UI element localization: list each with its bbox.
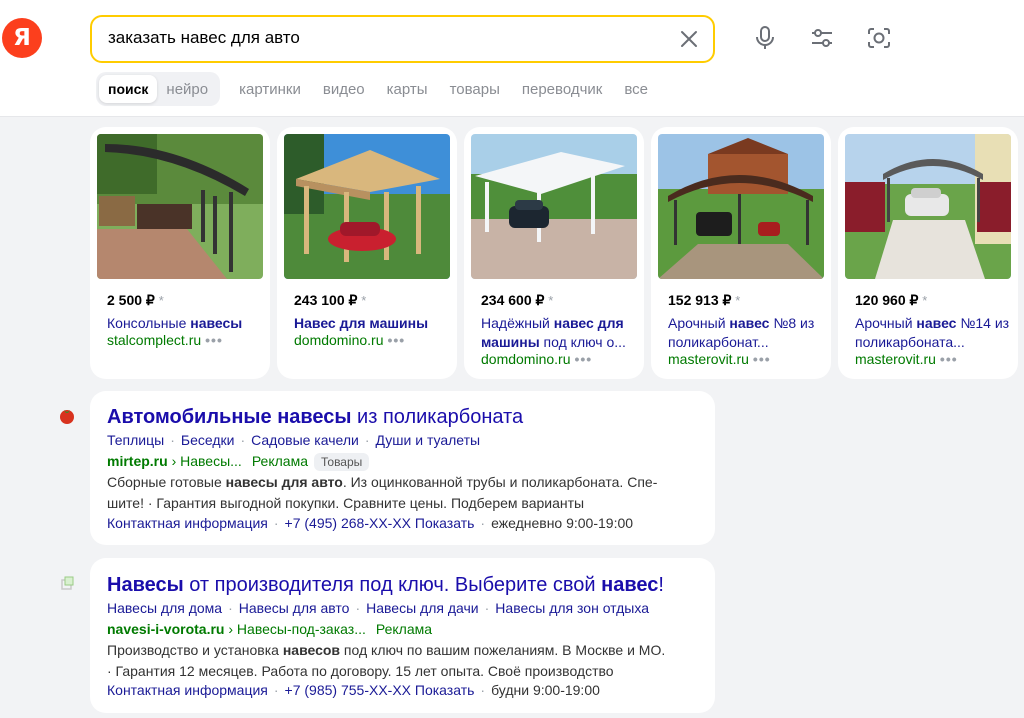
product-price: 234 600 ₽ *: [481, 292, 554, 308]
sitelink[interactable]: Навесы для зон отдыха: [495, 600, 649, 616]
product-carousel: 2 500 ₽ * Консольные навесы stalcomplect…: [90, 127, 1024, 379]
tab-images[interactable]: картинки: [228, 75, 312, 103]
search-input[interactable]: [108, 28, 668, 48]
result-url[interactable]: navesi-i-vorota.ru › Навесы-под-заказ...…: [107, 621, 432, 637]
product-image[interactable]: [284, 134, 450, 279]
result-url[interactable]: mirtep.ru › Навесы... Реклама Товары: [107, 453, 370, 471]
sitelink[interactable]: Навесы для дачи: [366, 600, 479, 616]
close-icon[interactable]: [677, 27, 701, 51]
result-title[interactable]: Навесы от производителя под ключ. Выбери…: [107, 574, 664, 597]
filters-icon[interactable]: [808, 24, 836, 52]
search-result: Автомобильные навесы из поликарбоната Те…: [90, 391, 715, 545]
camera-icon[interactable]: [865, 24, 893, 52]
more-icon[interactable]: •••: [388, 332, 406, 348]
result-contacts: Контактная информация · +7 (985) 755-XX-XX…: [107, 682, 600, 698]
result-snippet: Сборные готовые навесы для авто. Из оцин…: [107, 474, 658, 511]
product-site[interactable]: masterovit.ru •••: [668, 351, 771, 367]
sitelink[interactable]: Беседки: [181, 432, 235, 448]
working-hours: будни 9:00-19:00: [491, 682, 600, 698]
product-card[interactable]: 152 913 ₽ * Арочный навес №8 из поликарб…: [651, 127, 831, 379]
sitelinks: Навесы для дома · Навесы для авто · Навесы д…: [107, 600, 649, 616]
product-title[interactable]: Арочный навес №8 из поликарбонат...: [668, 314, 823, 352]
product-price: 2 500 ₽ *: [107, 292, 164, 308]
result-title[interactable]: Автомобильные навесы из поликарбоната: [107, 406, 523, 429]
tab-video[interactable]: видео: [312, 75, 376, 103]
more-icon[interactable]: •••: [753, 351, 771, 367]
product-image[interactable]: [471, 134, 637, 279]
more-icon[interactable]: •••: [940, 351, 958, 367]
microphone-icon[interactable]: [751, 24, 779, 52]
result-contacts: Контактная информация · +7 (495) 268-XX-XX…: [107, 515, 634, 531]
ad-label: Реклама: [375, 621, 433, 637]
tab-maps[interactable]: карты: [376, 75, 439, 103]
product-site[interactable]: stalcomplect.ru •••: [107, 332, 223, 348]
header: Я поиск нейро картинки видео карты товар…: [0, 0, 1024, 117]
product-title[interactable]: Арочный навес №14 из поликарбоната...: [855, 314, 1010, 352]
search-result: Навесы от производителя под ключ. Выбери…: [90, 558, 715, 713]
phone-link[interactable]: +7 (495) 268-XX-XX Показать: [285, 515, 475, 531]
product-image[interactable]: [97, 134, 263, 279]
tab-products[interactable]: товары: [439, 75, 511, 103]
product-card[interactable]: 234 600 ₽ * Надёжный навес для машины по…: [464, 127, 644, 379]
working-hours: ежедневно 9:00-19:00: [491, 515, 634, 531]
product-title[interactable]: Навес для машины: [294, 314, 449, 333]
product-image[interactable]: [845, 134, 1011, 279]
search-tabs: поиск нейро картинки видео карты товары …: [96, 72, 659, 106]
square-favicon: [59, 575, 77, 593]
tab-all[interactable]: все: [613, 75, 659, 103]
search-box[interactable]: [90, 15, 715, 63]
sitelink[interactable]: Садовые качели: [251, 432, 359, 448]
product-price: 152 913 ₽ *: [668, 292, 741, 308]
product-card[interactable]: 120 960 ₽ * Арочный навес №14 из поликар…: [838, 127, 1018, 379]
sitelink[interactable]: Навесы для дома: [107, 600, 222, 616]
products-badge[interactable]: Товары: [314, 453, 370, 471]
more-icon[interactable]: •••: [205, 332, 223, 348]
tab-neuro[interactable]: нейро: [157, 75, 217, 103]
result-snippet: Производство и установка навесов под клю…: [107, 642, 666, 679]
yandex-logo[interactable]: Я: [2, 18, 42, 58]
product-title[interactable]: Надёжный навес для машины под ключ о...: [481, 314, 636, 352]
sitelink[interactable]: Теплицы: [107, 432, 164, 448]
contact-info-link[interactable]: Контактная информация: [107, 682, 268, 698]
tomato-favicon: [58, 407, 76, 425]
product-site[interactable]: domdomino.ru •••: [481, 351, 592, 367]
product-card[interactable]: 243 100 ₽ * Навес для машины domdomino.r…: [277, 127, 457, 379]
product-site[interactable]: masterovit.ru •••: [855, 351, 958, 367]
contact-info-link[interactable]: Контактная информация: [107, 515, 268, 531]
product-price: 120 960 ₽ *: [855, 292, 928, 308]
sitelinks: Теплицы · Беседки · Садовые качели · Души и ту…: [107, 432, 481, 448]
product-card[interactable]: 2 500 ₽ * Консольные навесы stalcomplect…: [90, 127, 270, 379]
product-site[interactable]: domdomino.ru •••: [294, 332, 405, 348]
more-icon[interactable]: •••: [575, 351, 593, 367]
phone-link[interactable]: +7 (985) 755-XX-XX Показать: [285, 682, 475, 698]
product-price: 243 100 ₽ *: [294, 292, 367, 308]
tab-search[interactable]: поиск: [99, 75, 158, 103]
product-title[interactable]: Консольные навесы: [107, 314, 262, 333]
sitelink[interactable]: Навесы для авто: [239, 600, 350, 616]
tab-group: поиск нейро: [96, 72, 221, 106]
ad-label: Реклама: [251, 453, 308, 469]
sitelink[interactable]: Души и туалеты: [376, 432, 481, 448]
tab-translator[interactable]: переводчик: [511, 75, 613, 103]
product-image[interactable]: [658, 134, 824, 279]
